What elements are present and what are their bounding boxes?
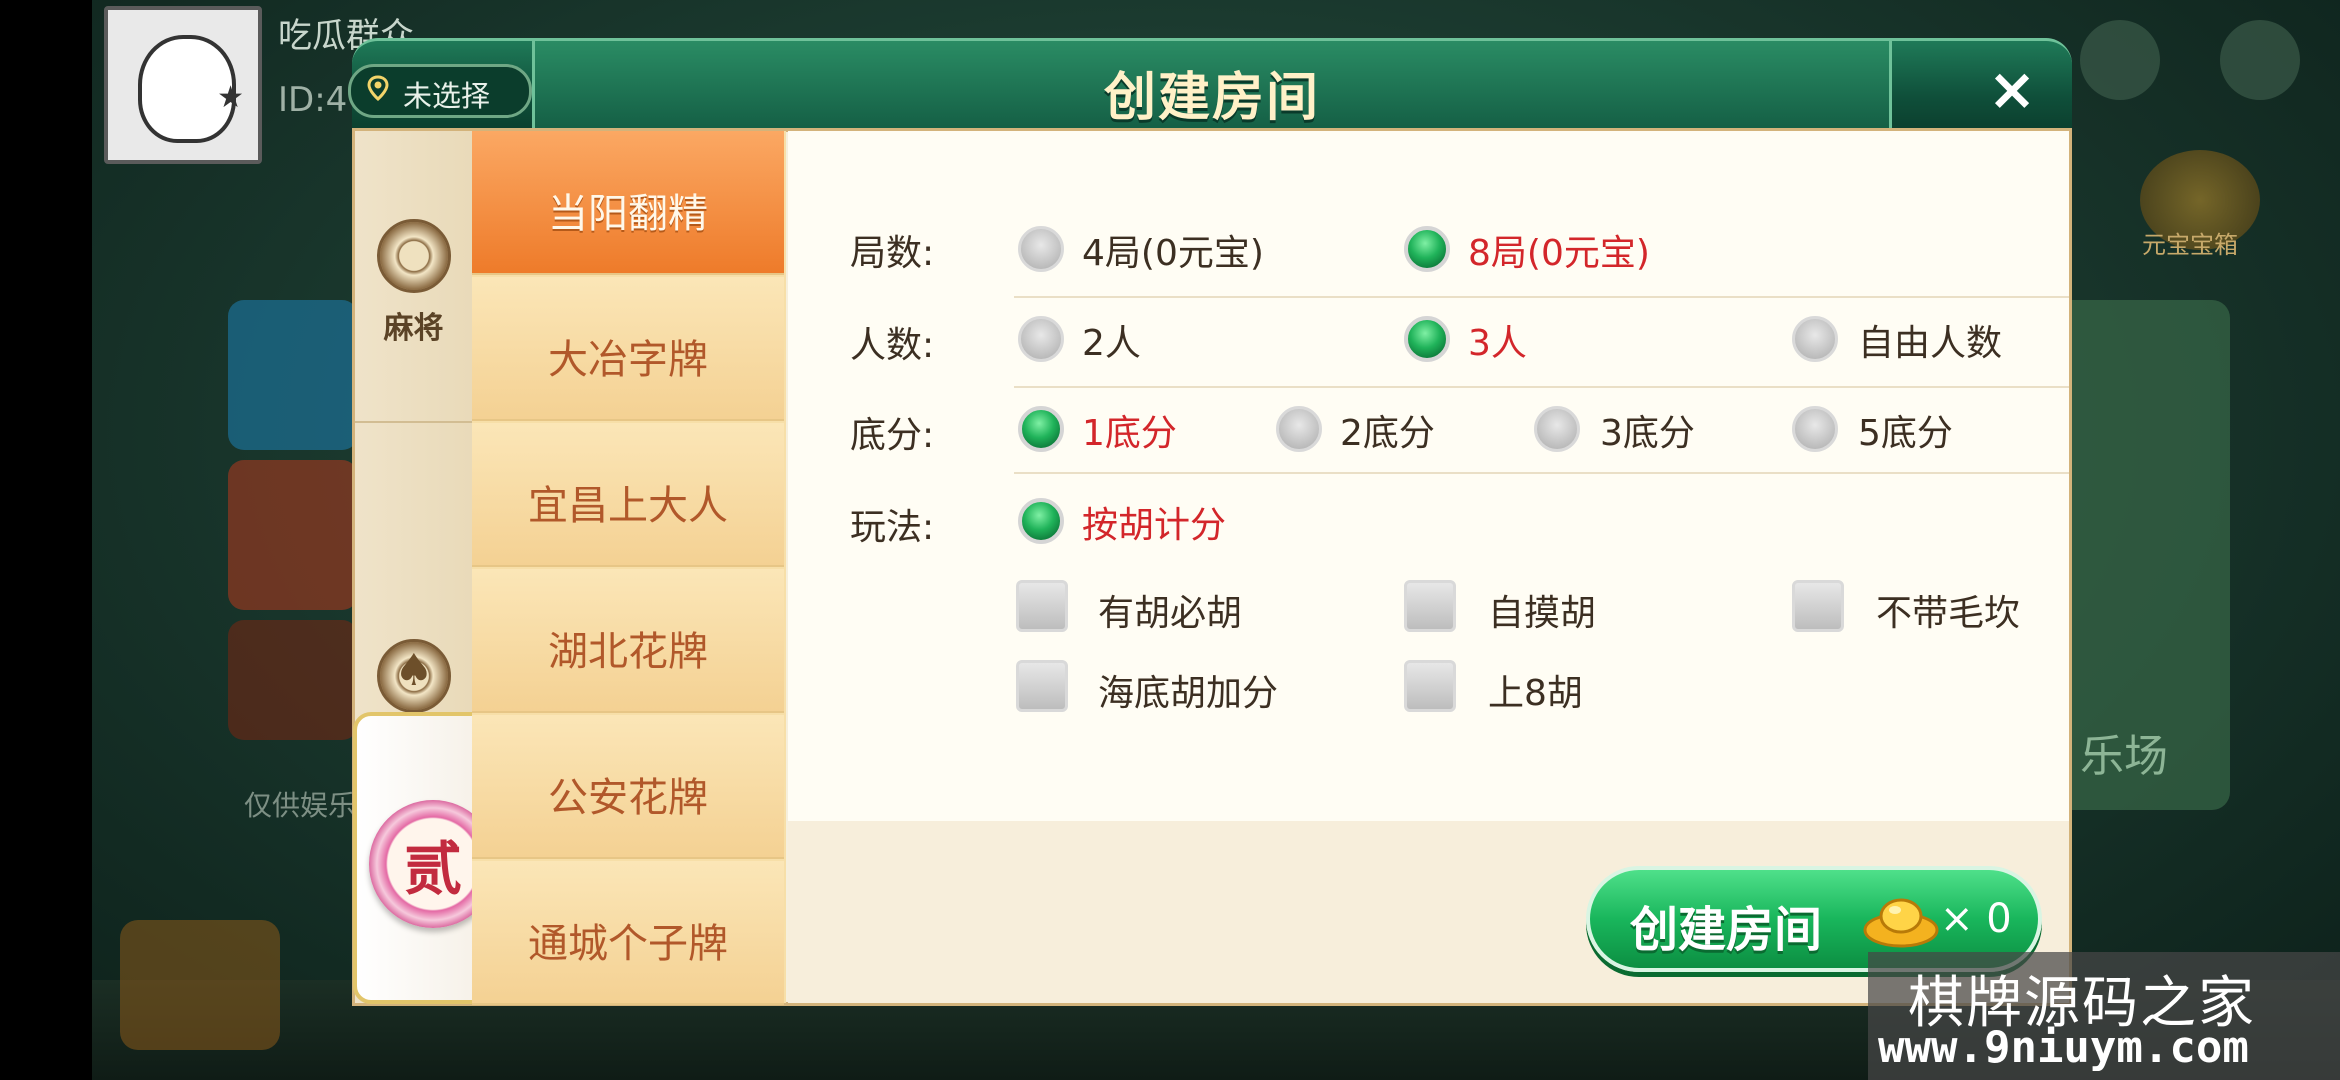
players-option-3: 3人 bbox=[1468, 323, 1527, 364]
rule-checkbox-budaimaokan[interactable] bbox=[1792, 580, 1844, 632]
rule-label: 不带毛坎 bbox=[1876, 593, 2021, 634]
players-radio-3[interactable] bbox=[1404, 316, 1450, 362]
game-tab-daye[interactable]: 大冶字牌 bbox=[472, 277, 784, 421]
screen-edge bbox=[0, 0, 92, 1080]
rounds-radio-4[interactable] bbox=[1018, 226, 1064, 272]
play-option-hu: 按胡计分 bbox=[1082, 505, 1227, 546]
base-option-3: 3底分 bbox=[1600, 413, 1695, 454]
watermark-url: www.9niuym.com bbox=[1878, 1022, 2249, 1073]
rounds-label: 局数: bbox=[850, 233, 935, 274]
base-option-1: 1底分 bbox=[1082, 413, 1177, 454]
game-banner bbox=[228, 300, 358, 450]
game-tab-tongcheng[interactable]: 通城个子牌 bbox=[472, 861, 784, 1005]
shop-cart-icon bbox=[120, 920, 280, 1050]
rounds-option-8: 8局(0元宝) bbox=[1468, 233, 1650, 274]
game-tab-gongan[interactable]: 公安花牌 bbox=[472, 715, 784, 859]
play-mode-label: 玩法: bbox=[850, 507, 935, 548]
game-tab-label: 公安花牌 bbox=[548, 775, 708, 821]
rounds-radio-8[interactable] bbox=[1404, 226, 1450, 272]
star-icon: ★ bbox=[217, 80, 244, 115]
game-tab-label: 通城个子牌 bbox=[528, 921, 728, 967]
gold-ingot-icon bbox=[1863, 898, 1939, 948]
game-tab-label: 湖北花牌 bbox=[548, 629, 708, 675]
players-option-free: 自由人数 bbox=[1858, 323, 2003, 364]
base-score-label: 底分: bbox=[850, 415, 935, 456]
game-tab-yichang[interactable]: 宜昌上大人 bbox=[472, 423, 784, 567]
rule-checkbox-shang8hu[interactable] bbox=[1404, 660, 1456, 712]
spade-glyph: ♠ bbox=[394, 645, 434, 696]
base-option-5: 5底分 bbox=[1858, 413, 1953, 454]
play-radio-hu[interactable] bbox=[1018, 498, 1064, 544]
rule-checkbox-zimohu[interactable] bbox=[1404, 580, 1456, 632]
category-mahjong[interactable]: 麻将 bbox=[355, 131, 472, 421]
rule-checkbox-haidihu[interactable] bbox=[1016, 660, 1068, 712]
category-label: 麻将 bbox=[383, 311, 444, 346]
game-tab-label: 当阳翻精 bbox=[548, 191, 708, 237]
base-radio-3[interactable] bbox=[1534, 406, 1580, 452]
base-radio-2[interactable] bbox=[1276, 406, 1322, 452]
close-button[interactable]: × bbox=[1985, 60, 2039, 118]
disclaimer-text: 仅供娱乐 bbox=[244, 789, 357, 822]
location-pin-icon bbox=[367, 75, 389, 101]
location-label: 未选择 bbox=[403, 79, 491, 113]
base-option-2: 2底分 bbox=[1340, 413, 1435, 454]
divider bbox=[1014, 296, 2069, 298]
cost-label: × 0 bbox=[1940, 896, 2012, 942]
players-label: 人数: bbox=[850, 325, 935, 366]
rule-label: 有胡必胡 bbox=[1098, 593, 1243, 634]
create-room-label: 创建房间 bbox=[1630, 902, 1823, 958]
lobby-entry-label: 乐场 bbox=[2080, 731, 2168, 782]
rule-label: 上8胡 bbox=[1488, 673, 1583, 714]
game-banner bbox=[228, 620, 358, 740]
players-radio-2[interactable] bbox=[1018, 316, 1064, 362]
mountain-icon bbox=[2080, 20, 2160, 100]
rule-label: 海底胡加分 bbox=[1098, 673, 1279, 714]
player-id: ID:4 bbox=[278, 80, 348, 120]
game-tab-label: 大冶字牌 bbox=[548, 337, 708, 383]
avatar[interactable]: ★ bbox=[104, 6, 262, 164]
game-tab-dangyang[interactable]: 当阳翻精 bbox=[472, 131, 784, 275]
mahjong-medal-icon bbox=[377, 219, 451, 293]
cost-multiplier: × bbox=[1940, 896, 1974, 942]
game-banner bbox=[228, 460, 358, 610]
base-radio-5[interactable] bbox=[1792, 406, 1838, 452]
rule-checkbox-youhubihu[interactable] bbox=[1016, 580, 1068, 632]
rounds-option-4: 4局(0元宝) bbox=[1082, 233, 1264, 274]
gear-icon bbox=[2220, 20, 2300, 100]
divider bbox=[1014, 386, 2069, 388]
location-chip[interactable]: 未选择 bbox=[348, 64, 532, 118]
game-tab-label: 宜昌上大人 bbox=[528, 483, 728, 529]
game-tab-hubei[interactable]: 湖北花牌 bbox=[472, 569, 784, 713]
cost-value: 0 bbox=[1986, 896, 2012, 942]
rule-label: 自摸胡 bbox=[1488, 593, 1597, 634]
divider bbox=[1014, 472, 2069, 474]
players-option-2: 2人 bbox=[1082, 323, 1141, 364]
dialog-title: 创建房间 bbox=[1103, 68, 1320, 128]
players-radio-free[interactable] bbox=[1792, 316, 1838, 362]
treasure-chest-label: 元宝宝箱 bbox=[2142, 231, 2238, 259]
base-radio-1[interactable] bbox=[1018, 406, 1064, 452]
dialog-header: 创建房间 bbox=[352, 38, 2072, 135]
game-list: 当阳翻精 大冶字牌 宜昌上大人 湖北花牌 公安花牌 通城个子牌 bbox=[472, 131, 786, 1005]
watermark: 棋牌源码之家 www.9niuym.com bbox=[1868, 952, 2340, 1080]
category-poker[interactable]: ♠ 扑克 bbox=[355, 423, 472, 766]
